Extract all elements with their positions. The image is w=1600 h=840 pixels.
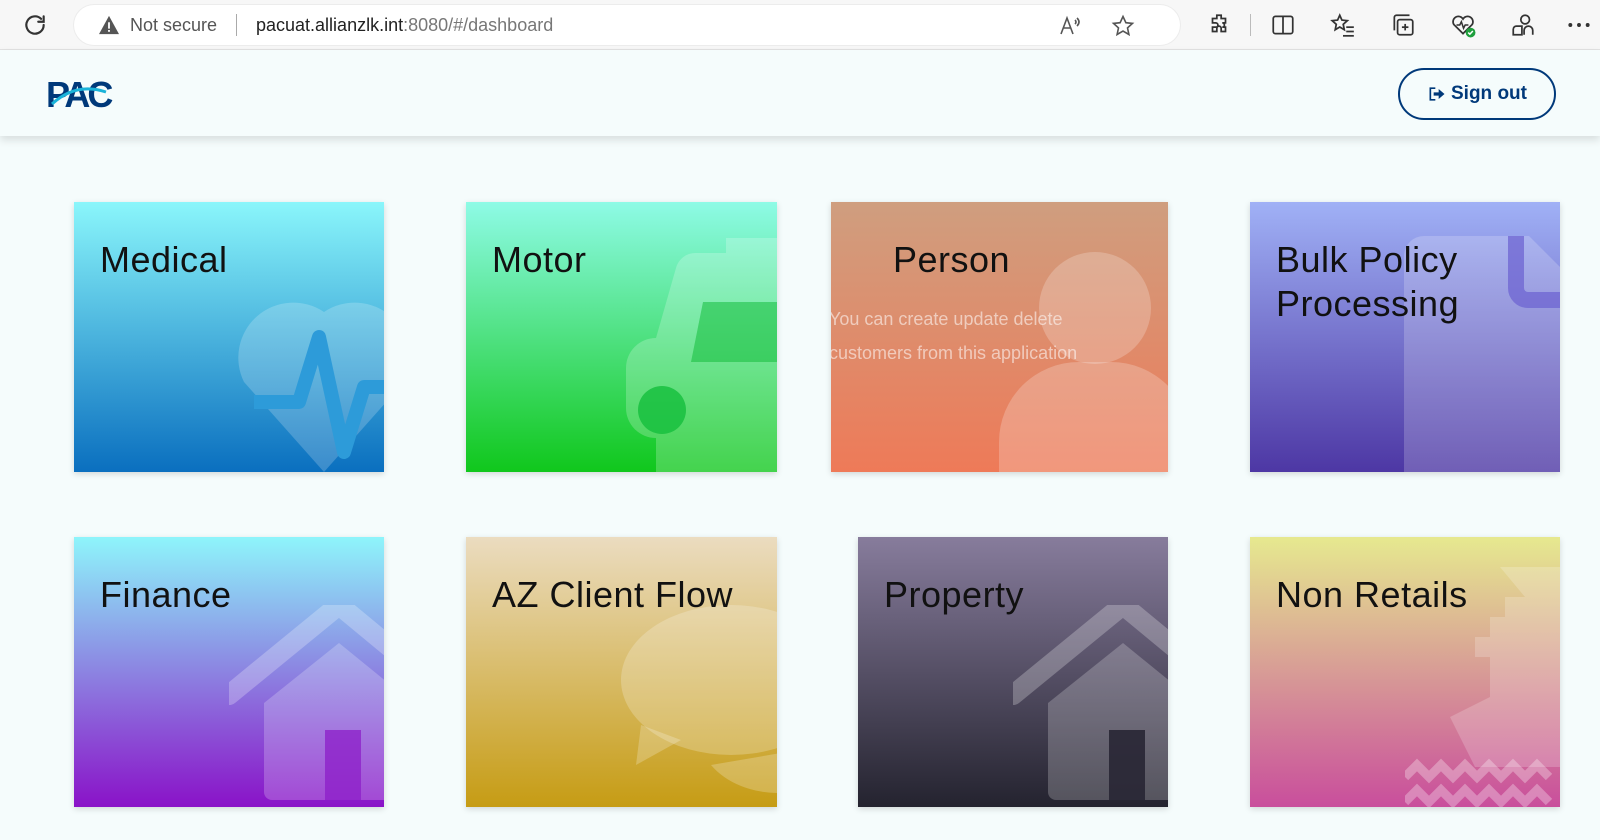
- tile-non-retails[interactable]: Non Retails: [1250, 537, 1560, 807]
- tile-az-client-flow[interactable]: AZ Client Flow: [466, 537, 777, 807]
- tile-title: Non Retails: [1276, 574, 1468, 615]
- tile-medical[interactable]: Medical: [74, 202, 384, 472]
- url-path: :8080/#/dashboard: [403, 15, 554, 35]
- more-icon[interactable]: [1566, 12, 1592, 38]
- split-screen-icon[interactable]: [1270, 12, 1296, 38]
- tile-description: customers from this application: [831, 343, 1078, 363]
- url-text[interactable]: pacuat.allianzlk.int:8080/#/dashboard: [256, 15, 553, 36]
- tile-property[interactable]: Property: [858, 537, 1168, 807]
- browser-toolbar: Not secure pacuat.allianzlk.int:8080/#/d…: [0, 0, 1600, 50]
- read-aloud-icon[interactable]: [1058, 14, 1082, 38]
- app-header: PAC Sign out: [0, 50, 1600, 136]
- security-status-label[interactable]: Not secure: [130, 15, 217, 36]
- tile-motor[interactable]: Motor: [466, 202, 777, 472]
- tile-description: You can create update delete: [831, 309, 1063, 329]
- pac-logo[interactable]: PAC: [46, 74, 114, 112]
- address-divider: [236, 14, 237, 36]
- reload-icon[interactable]: [22, 12, 48, 38]
- warning-icon[interactable]: [98, 15, 120, 35]
- collections-icon[interactable]: [1390, 12, 1416, 38]
- sign-out-button[interactable]: Sign out: [1398, 68, 1556, 120]
- toolbar-divider: [1250, 14, 1251, 36]
- browser-essentials-icon[interactable]: [1450, 12, 1476, 38]
- extensions-icon[interactable]: [1206, 12, 1232, 38]
- tile-title: Motor: [492, 239, 587, 280]
- address-bar[interactable]: Not secure pacuat.allianzlk.int:8080/#/d…: [74, 5, 1180, 45]
- tile-person[interactable]: Person You can create update delete cust…: [831, 202, 1168, 472]
- favorite-star-icon[interactable]: [1111, 14, 1135, 38]
- sign-out-icon: [1429, 87, 1445, 101]
- heart-pulse-icon: [238, 302, 384, 472]
- tile-bulk-policy-processing[interactable]: Bulk Policy Processing: [1250, 202, 1560, 472]
- tile-title-line1: Bulk Policy: [1276, 239, 1458, 280]
- url-host: pacuat.allianzlk.int: [256, 15, 404, 35]
- tile-title: Property: [884, 574, 1025, 615]
- tile-title: AZ Client Flow: [492, 574, 734, 615]
- chat-bubbles-icon: [621, 605, 777, 793]
- tile-title: Finance: [100, 574, 232, 615]
- tile-title-line2: Processing: [1276, 283, 1460, 324]
- tile-finance[interactable]: Finance: [74, 537, 384, 807]
- logo-text: PAC: [46, 74, 113, 112]
- tile-title: Medical: [100, 239, 228, 280]
- home-icon: [1013, 605, 1168, 800]
- sign-out-label: Sign out: [1451, 83, 1527, 104]
- profile-icon[interactable]: [1510, 12, 1536, 38]
- favorites-icon[interactable]: [1330, 12, 1356, 38]
- tile-title: Person: [893, 239, 1011, 280]
- car-icon: [626, 238, 777, 472]
- home-icon: [229, 605, 384, 800]
